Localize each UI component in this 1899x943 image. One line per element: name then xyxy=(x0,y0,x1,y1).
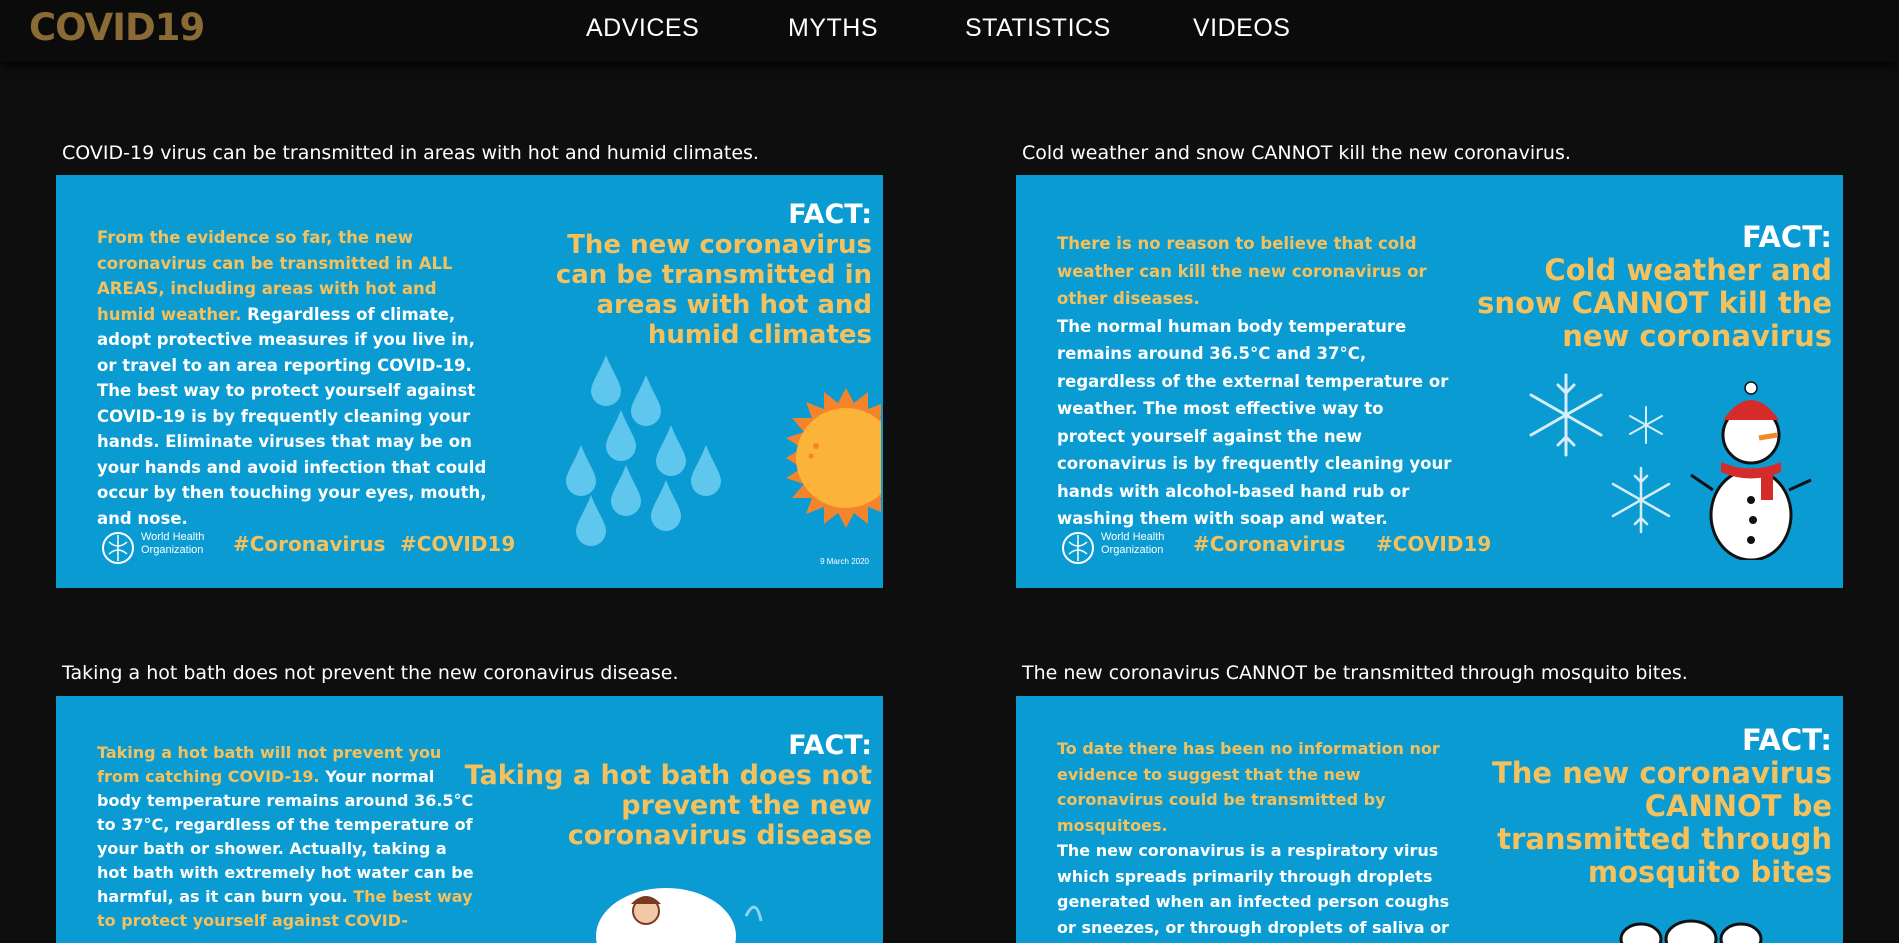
fact-label: FACT: xyxy=(1741,723,1832,757)
bathtub-illustration xyxy=(596,888,763,943)
poster-fact: FACT: Taking a hot bath does not prevent… xyxy=(452,731,872,851)
poster-fact: FACT: The new coronavirus can be transmi… xyxy=(532,199,872,351)
poster-fact: FACT: Cold weather and snow CANNOT kill … xyxy=(1462,221,1832,353)
fact-text: Taking a hot bath does not prevent the n… xyxy=(464,760,872,851)
poster-body: To date there has been no information no… xyxy=(1057,736,1457,943)
poster-footer: World Health Organization #Coronavirus #… xyxy=(1061,528,1491,568)
card-title: Cold weather and snow CANNOT kill the ne… xyxy=(1022,142,1571,164)
poster-body-text: Your normal body temperature remains aro… xyxy=(97,767,474,906)
myth-poster[interactable]: From the evidence so far, the new corona… xyxy=(56,175,883,588)
poster-body: There is no reason to believe that cold … xyxy=(1057,230,1457,533)
who-logo-text: World Health Organization xyxy=(141,531,205,556)
nav-advices[interactable]: ADVICES xyxy=(586,14,699,43)
myth-poster[interactable]: To date there has been no information no… xyxy=(1016,696,1843,943)
hashtag-coronavirus: #Coronavirus xyxy=(1193,532,1346,556)
fact-text: The new coronavirus CANNOT be transmitte… xyxy=(1492,756,1832,889)
poster-body-text: Regardless of climate, adopt protective … xyxy=(97,304,487,528)
card-title: COVID-19 virus can be transmitted in are… xyxy=(62,142,759,164)
myth-poster[interactable]: There is no reason to believe that cold … xyxy=(1016,175,1843,588)
poster-date: 9 March 2020 xyxy=(820,557,869,566)
rain-sun-illustration xyxy=(566,355,881,546)
card-title: The new coronavirus CANNOT be transmitte… xyxy=(1022,662,1688,684)
nav-statistics[interactable]: STATISTICS xyxy=(965,14,1111,43)
fact-label: FACT: xyxy=(788,199,872,230)
poster-body-text: The normal human body temperature remain… xyxy=(1057,316,1452,529)
poster-body-text: The new coronavirus is a respiratory vir… xyxy=(1057,841,1450,937)
poster-body-highlight: There is no reason to believe that cold … xyxy=(1057,234,1427,308)
hashtag-covid19: #COVID19 xyxy=(1376,532,1492,556)
top-navbar: COVID19 ADVICES MYTHS STATISTICS VIDEOS xyxy=(0,0,1899,62)
hashtag-coronavirus: #Coronavirus xyxy=(233,532,386,556)
poster-fact: FACT: The new coronavirus CANNOT be tran… xyxy=(1452,724,1832,889)
snowman-illustration xyxy=(1529,373,1812,560)
who-logo-text: World Health Organization xyxy=(1101,531,1165,556)
poster-body: Taking a hot bath will not prevent you f… xyxy=(97,741,477,933)
nav-videos[interactable]: VIDEOS xyxy=(1193,14,1290,43)
brand-logo[interactable]: COVID19 xyxy=(29,6,205,49)
hashtag-covid19: #COVID19 xyxy=(400,532,516,556)
fact-text: Cold weather and snow CANNOT kill the ne… xyxy=(1477,253,1832,353)
fact-label: FACT: xyxy=(1741,220,1832,254)
fact-label: FACT: xyxy=(788,730,872,761)
nav-myths[interactable]: MYTHS xyxy=(788,14,878,43)
myth-poster[interactable]: Taking a hot bath will not prevent you f… xyxy=(56,696,883,943)
poster-footer: World Health Organization #Coronavirus #… xyxy=(101,528,521,568)
poster-body: From the evidence so far, the new corona… xyxy=(97,225,497,531)
mosquito-illustration xyxy=(1619,919,1763,943)
fact-text: The new coronavirus can be transmitted i… xyxy=(555,230,872,350)
poster-body-highlight: To date there has been no information no… xyxy=(1057,739,1440,835)
card-title: Taking a hot bath does not prevent the n… xyxy=(62,662,679,684)
